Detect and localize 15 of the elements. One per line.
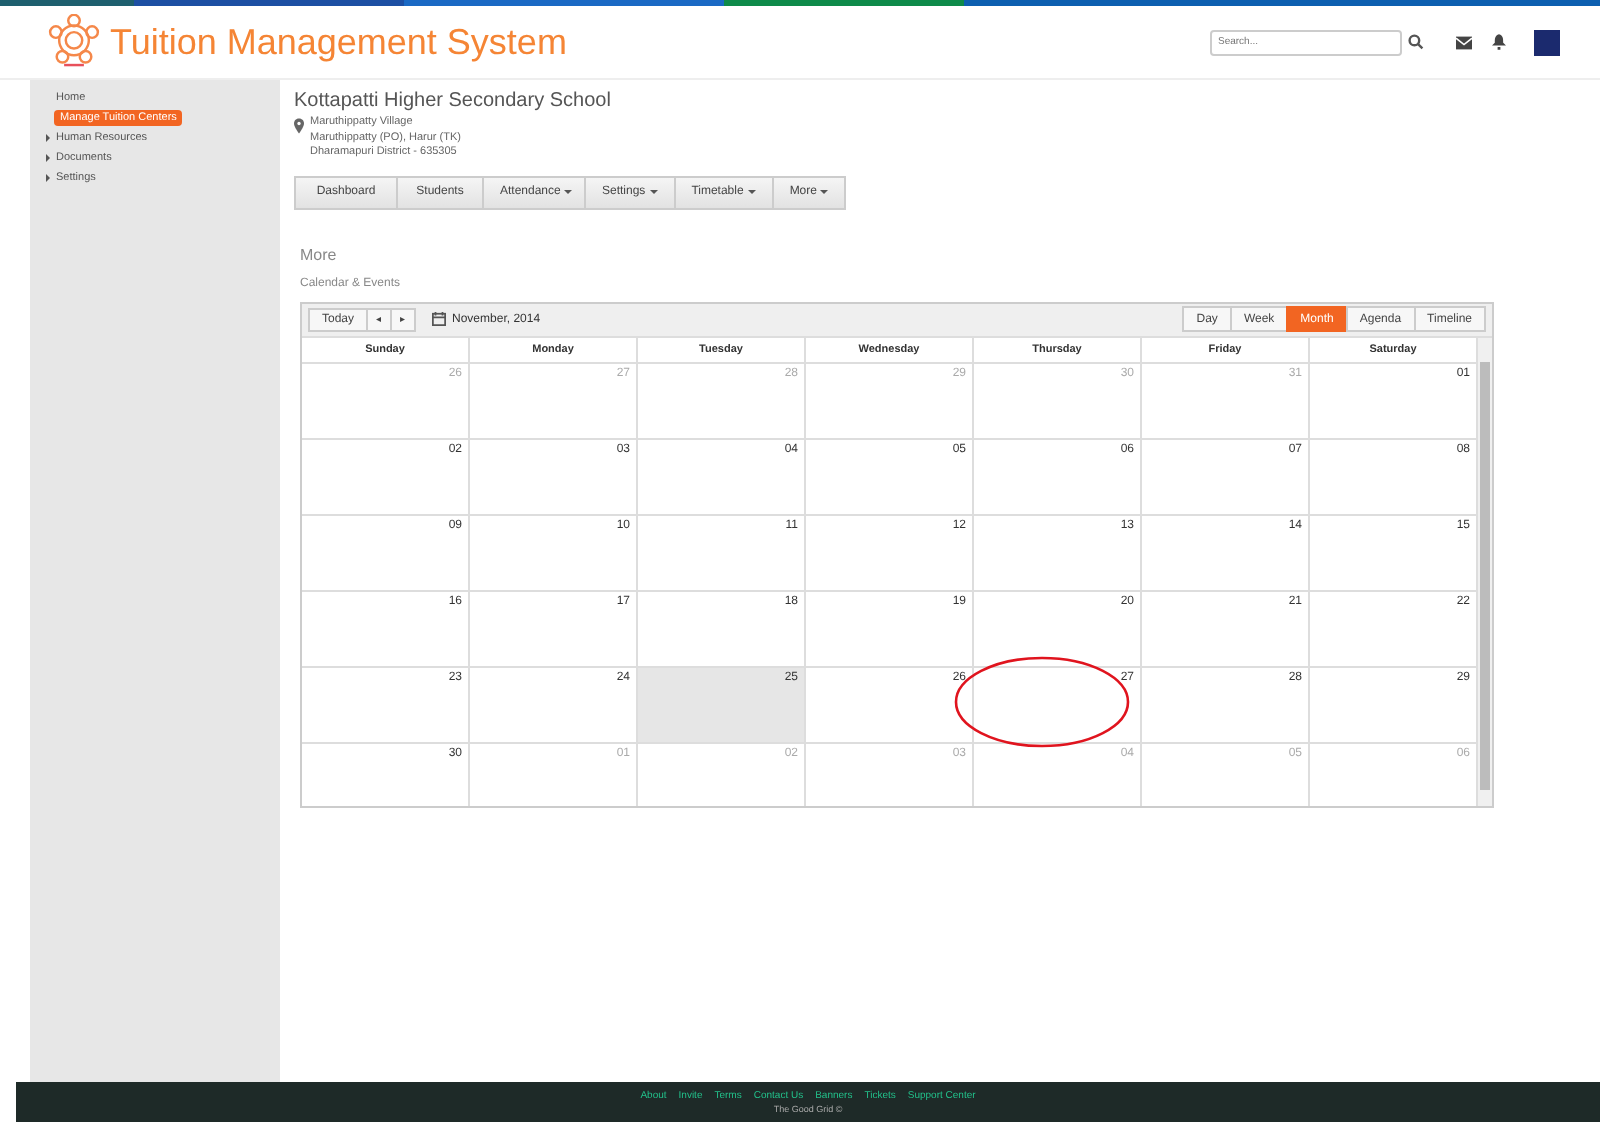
bell-icon[interactable] bbox=[1492, 34, 1506, 50]
envelope-icon[interactable] bbox=[1456, 35, 1472, 49]
caret-icon bbox=[564, 190, 573, 194]
avatar-image[interactable] bbox=[1534, 29, 1560, 55]
section-title: More bbox=[300, 245, 339, 263]
location-pin-icon bbox=[294, 118, 304, 134]
search-icon[interactable] bbox=[1408, 34, 1424, 50]
school-name: Kottapatti Higher Secondary School bbox=[294, 90, 613, 112]
caret-icon bbox=[820, 190, 829, 194]
calendar-icon bbox=[432, 312, 447, 326]
logo-icon bbox=[44, 14, 104, 70]
caret-icon bbox=[747, 190, 756, 194]
scrollbar[interactable] bbox=[1478, 337, 1492, 805]
app-title: Tuition Management System bbox=[110, 21, 567, 63]
caret-icon bbox=[649, 190, 658, 194]
